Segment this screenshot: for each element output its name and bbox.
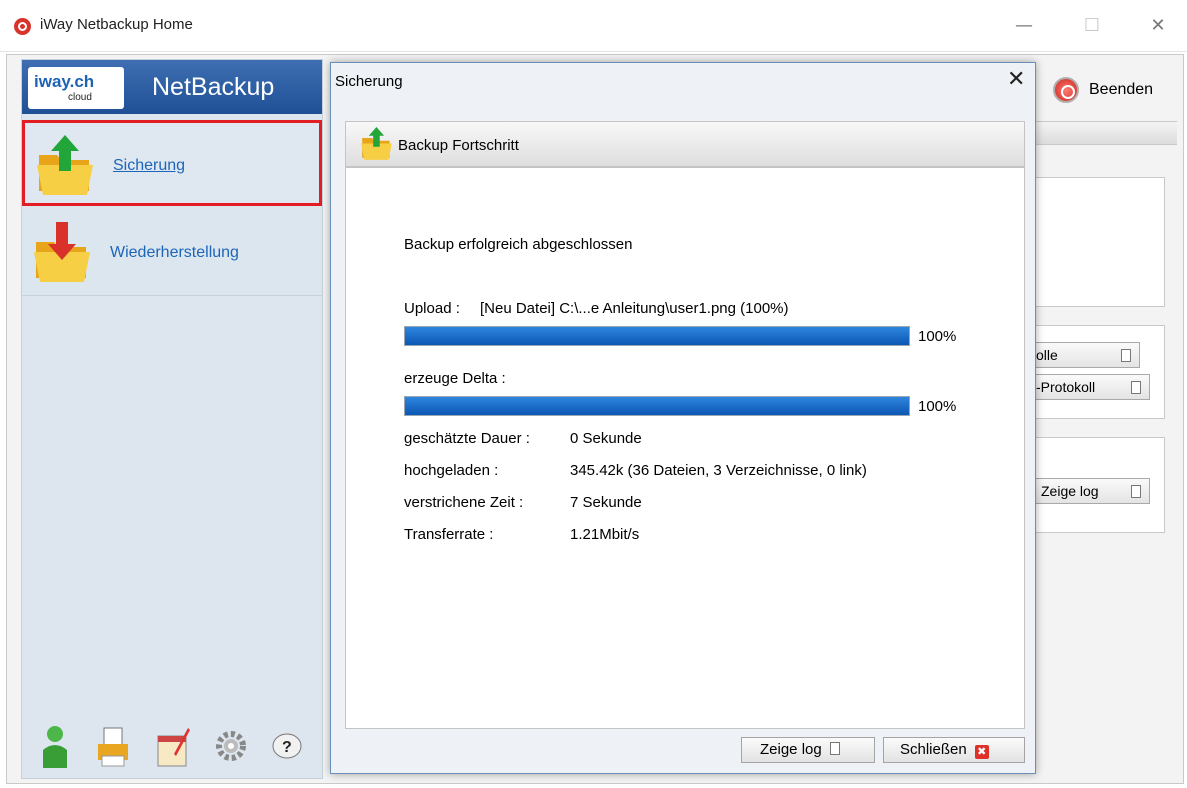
help-icon[interactable]: ?: [270, 724, 304, 768]
sidebar-item-sicherung[interactable]: Sicherung: [22, 120, 322, 206]
iway-logo: iway.ch cloud: [28, 67, 124, 109]
delta-percent: 100%: [918, 398, 957, 415]
calendar-edit-icon[interactable]: [156, 724, 190, 768]
folder-upload-icon: [361, 127, 392, 160]
dialog-close-icon[interactable]: ✕: [1007, 67, 1025, 92]
section-title: Backup Fortschritt: [398, 137, 519, 154]
backup-dialog: Sicherung ✕ Backup Fortschritt Backup er…: [330, 62, 1036, 774]
printer-icon[interactable]: [96, 724, 130, 768]
upload-progress-fill: [405, 327, 909, 345]
svg-text:?: ?: [282, 739, 292, 756]
settings-gear-icon[interactable]: [214, 724, 248, 768]
status-message: Backup erfolgreich abgeschlossen: [404, 236, 633, 253]
user-icon[interactable]: [38, 724, 72, 768]
quit-label: Beenden: [1089, 81, 1154, 98]
close-dialog-label: Schließen: [900, 741, 967, 758]
upload-progress-bar: [404, 326, 910, 346]
quit-button[interactable]: Beenden: [1043, 67, 1173, 113]
minimize-button[interactable]: —: [1004, 10, 1044, 42]
folder-restore-icon: [34, 222, 90, 282]
upload-file: [Neu Datei] C:\...e Anleitung\user1.png …: [480, 300, 789, 317]
upload-label: Upload :: [404, 300, 460, 317]
logo-subtext: cloud: [68, 92, 92, 103]
protocols-button[interactable]: kolle: [1026, 342, 1140, 368]
sidebar-toolbar: ?: [38, 718, 308, 768]
show-log-button-bg[interactable]: Zeige log: [1026, 478, 1150, 504]
stat-value: 0 Sekunde: [570, 430, 642, 447]
stat-value: 345.42k (36 Dateien, 3 Verzeichnisse, 0 …: [570, 462, 867, 479]
document-icon: [1131, 381, 1141, 394]
show-log-button[interactable]: Zeige log: [741, 737, 875, 763]
log-protocol-button[interactable]: s-Protokoll: [1026, 374, 1150, 400]
show-log-label: Zeige log: [760, 741, 822, 758]
show-log-label: Zeige log: [1041, 483, 1099, 499]
document-icon: [829, 742, 840, 755]
upload-percent: 100%: [918, 328, 957, 345]
stat-label: geschätzte Dauer :: [404, 430, 530, 447]
delta-progress-fill: [405, 397, 909, 415]
logo-text: iway.ch: [34, 72, 95, 91]
dialog-title: Sicherung: [335, 73, 403, 90]
close-x-icon: ✖: [974, 745, 989, 759]
sidebar: iway.ch cloud NetBackup Sicherung Wieder…: [21, 59, 323, 779]
stat-label: Transferrate :: [404, 526, 494, 543]
app-logo-icon: [14, 18, 31, 35]
sidebar-item-label: Wiederherstellung: [110, 244, 239, 261]
log-protocol-label: s-Protokoll: [1029, 379, 1096, 395]
power-icon: [1053, 77, 1079, 103]
delta-label: erzeuge Delta :: [404, 370, 506, 387]
log-box: Zeige log: [1026, 437, 1165, 533]
folder-upload-icon: [37, 135, 93, 195]
sidebar-item-wiederherstellung[interactable]: Wiederherstellung: [22, 210, 322, 296]
dialog-section-header: Backup Fortschritt: [345, 121, 1025, 167]
delta-progress-bar: [404, 396, 910, 416]
stat-label: hochgeladen :: [404, 462, 499, 479]
stat-value: 1.21Mbit/s: [570, 526, 640, 543]
maximize-button[interactable]: ☐: [1072, 10, 1112, 42]
brand-banner: iway.ch cloud NetBackup: [22, 60, 322, 114]
document-icon: [1131, 485, 1141, 498]
protocol-box: kolle s-Protokoll: [1026, 325, 1165, 419]
info-box: [1027, 177, 1165, 307]
window-title: iWay Netbackup Home: [40, 16, 193, 33]
document-icon: [1121, 349, 1131, 362]
close-dialog-button[interactable]: Schließen ✖: [883, 737, 1025, 763]
panel-header: [1027, 121, 1177, 145]
sidebar-item-label: Sicherung: [113, 157, 186, 174]
stat-value: 7 Sekunde: [570, 494, 642, 511]
title-bar: iWay Netbackup Home — ☐ ✕: [0, 0, 1187, 52]
stat-label: verstrichene Zeit :: [404, 494, 524, 511]
close-window-button[interactable]: ✕: [1138, 10, 1178, 42]
progress-panel: Backup erfolgreich abgeschlossen Upload …: [345, 167, 1025, 729]
product-name: NetBackup: [152, 73, 275, 101]
